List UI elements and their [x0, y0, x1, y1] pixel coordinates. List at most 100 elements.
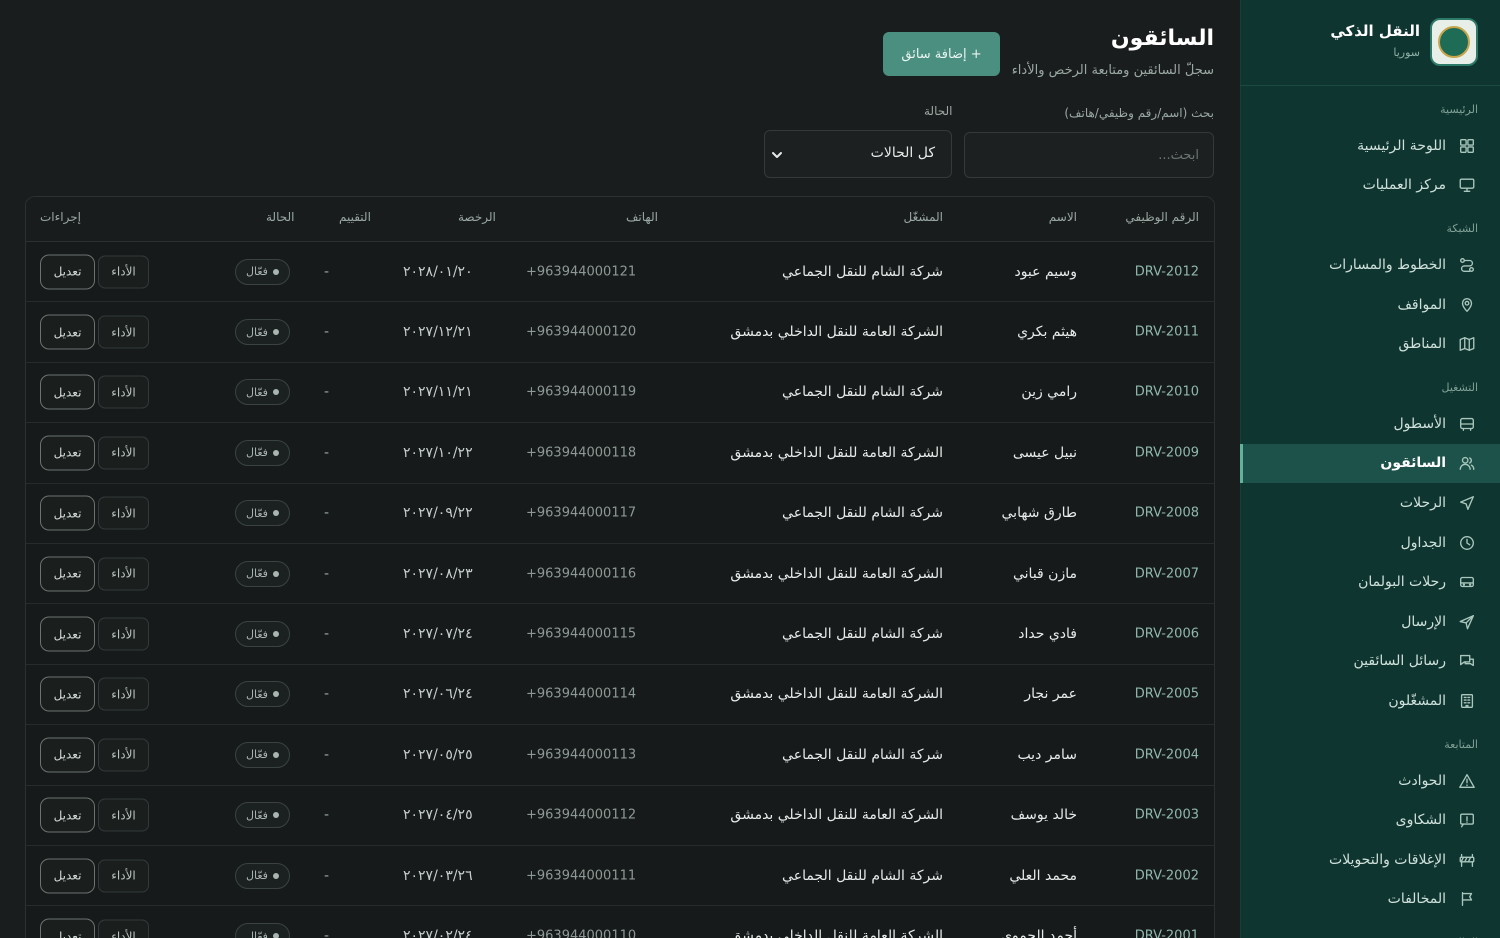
sidebar-item[interactable]: رسائل السائقين [1240, 642, 1500, 682]
driver-phone: +963944000114 [526, 686, 637, 702]
status-badge: فعّال [235, 741, 290, 768]
performance-button[interactable]: الأداء [98, 375, 149, 409]
performance-button[interactable]: الأداء [98, 919, 149, 938]
performance-button[interactable]: الأداء [98, 798, 149, 832]
license-expiry: ٢٠٢٧/٠٩/٢٢ [403, 505, 473, 522]
sidebar-item[interactable]: الإرسال [1240, 602, 1500, 642]
driver-phone: +963944000120 [526, 324, 637, 340]
driver-operator: شركة الشام للنقل الجماعي [782, 746, 943, 763]
sidebar: النقل الذكي سوريا الرئيسية اللوحة الرئيسي… [1240, 0, 1500, 938]
performance-button[interactable]: الأداء [98, 315, 149, 349]
driver-phone: +963944000115 [526, 626, 637, 642]
status-badge: فعّال [235, 802, 290, 829]
status-badge: فعّال [235, 923, 290, 938]
col-header-operator: المشغّل [903, 210, 943, 224]
sidebar-item-label: المواقف [1397, 296, 1446, 313]
sidebar-item[interactable]: المواقف [1240, 285, 1500, 325]
license-expiry: ٢٠٢٧/٠٨/٢٣ [403, 565, 473, 582]
drivers-table: الرقم الوظيفي الاسم المشغّل الهاتف الرخص… [25, 196, 1215, 938]
sidebar-item[interactable]: الشكاوى [1240, 800, 1500, 840]
nav-section-label: الرئيسية [1440, 103, 1478, 116]
add-driver-button[interactable]: + إضافة سائق [883, 32, 1000, 76]
license-expiry: ٢٠٢٧/١١/٢١ [403, 384, 473, 401]
table-row: DRV-2008 طارق شهابي شركة الشام للنقل الجما… [26, 484, 1214, 544]
edit-button[interactable]: تعديل [40, 374, 95, 410]
sidebar-item[interactable]: السائقون [1240, 443, 1500, 484]
performance-button[interactable]: الأداء [98, 496, 149, 530]
sidebar-item[interactable]: الإغلاقات والتحويلات [1240, 840, 1500, 880]
sidebar-item-label: الجداول [1400, 534, 1446, 551]
status-filter-select[interactable]: كل الحالات [764, 130, 952, 178]
edit-button[interactable]: تعديل [40, 495, 95, 531]
edit-button[interactable]: تعديل [40, 918, 95, 938]
sidebar-item-label: الحوادث [1398, 772, 1446, 789]
driver-name: رامي زين [1021, 384, 1077, 401]
driver-phone: +963944000113 [526, 747, 637, 763]
driver-id: DRV-2004 [1134, 747, 1199, 763]
sidebar-item[interactable]: الحوادث [1240, 761, 1500, 801]
performance-button[interactable]: الأداء [98, 436, 149, 470]
sidebar-item[interactable]: مركز العمليات [1240, 166, 1500, 206]
edit-button[interactable]: تعديل [40, 797, 95, 833]
driver-operator: شركة الشام للنقل الجماعي [782, 867, 943, 884]
driver-phone: +963944000112 [526, 807, 637, 823]
edit-button[interactable]: تعديل [40, 676, 95, 712]
driver-operator: الشركة العامة للنقل الداخلي بدمشق [730, 565, 943, 582]
performance-button[interactable]: الأداء [98, 255, 149, 289]
table-row: DRV-2007 مازن قباني الشركة العامة للنقل ال… [26, 544, 1214, 605]
driver-name: فادي حداد [1018, 626, 1077, 643]
driver-rating: - [324, 505, 330, 522]
sidebar-item[interactable]: الخطوط والمسارات [1240, 245, 1500, 285]
driver-phone: +963944000118 [526, 445, 637, 461]
sidebar-item[interactable]: المناطق [1240, 324, 1500, 364]
status-dot-icon [272, 751, 279, 758]
users-icon [1458, 454, 1476, 472]
performance-button[interactable]: الأداء [98, 859, 149, 893]
edit-button[interactable]: تعديل [40, 858, 95, 894]
table-row: DRV-2009 نبيل عيسى الشركة العامة للنقل الد… [26, 423, 1214, 484]
driver-name: محمد العلي [1009, 867, 1077, 884]
sidebar-item-label: المشغّلون [1388, 692, 1446, 709]
sidebar-item[interactable]: المخالفات [1240, 880, 1500, 920]
sidebar-item-label: الرحلات [1399, 494, 1446, 511]
nav-section-label: الشبكة [1446, 222, 1478, 236]
status-text: فعّال [246, 808, 268, 822]
sidebar-item[interactable]: رحلات البولمان [1240, 562, 1500, 602]
edit-button[interactable]: تعديل [40, 435, 95, 471]
driver-operator: شركة الشام للنقل الجماعي [782, 626, 943, 643]
sidebar-item[interactable]: الجداول [1240, 523, 1500, 563]
status-badge: فعّال [235, 379, 290, 406]
sidebar-item-label: الخطوط والمسارات [1329, 256, 1446, 273]
status-dot-icon [272, 933, 279, 938]
edit-button[interactable]: تعديل [40, 556, 95, 592]
sidebar-item[interactable]: الرحلات [1240, 483, 1500, 523]
performance-button[interactable]: الأداء [98, 677, 149, 711]
sidebar-item-label: المخالفات [1387, 891, 1446, 908]
driver-id: DRV-2011 [1134, 324, 1199, 340]
driver-id: DRV-2010 [1134, 384, 1199, 400]
driver-name: أحمد الحموي [1001, 928, 1077, 938]
sidebar-item[interactable]: المشغّلون [1240, 681, 1500, 721]
status-dot-icon [272, 872, 279, 879]
edit-button[interactable]: تعديل [40, 254, 95, 290]
status-text: فعّال [246, 869, 268, 883]
status-text: فعّال [246, 325, 268, 339]
sidebar-item[interactable]: اللوحة الرئيسية [1240, 126, 1500, 166]
edit-button[interactable]: تعديل [40, 737, 95, 773]
driver-rating: - [324, 444, 330, 461]
edit-button[interactable]: تعديل [40, 616, 95, 652]
brand: النقل الذكي سوريا [1240, 0, 1500, 86]
sidebar-item-label: الشكاوى [1395, 812, 1446, 829]
performance-button[interactable]: الأداء [98, 557, 149, 591]
brand-logo [1430, 18, 1478, 66]
status-badge: فعّال [235, 621, 290, 648]
performance-button[interactable]: الأداء [98, 738, 149, 772]
status-badge: فعّال [235, 258, 290, 285]
status-text: فعّال [246, 567, 268, 581]
map-pin-icon [1458, 296, 1476, 314]
sidebar-item-label: رسائل السائقين [1353, 653, 1446, 670]
sidebar-item[interactable]: الأسطول [1240, 404, 1500, 444]
performance-button[interactable]: الأداء [98, 617, 149, 651]
edit-button[interactable]: تعديل [40, 314, 95, 350]
search-input[interactable] [964, 132, 1214, 178]
